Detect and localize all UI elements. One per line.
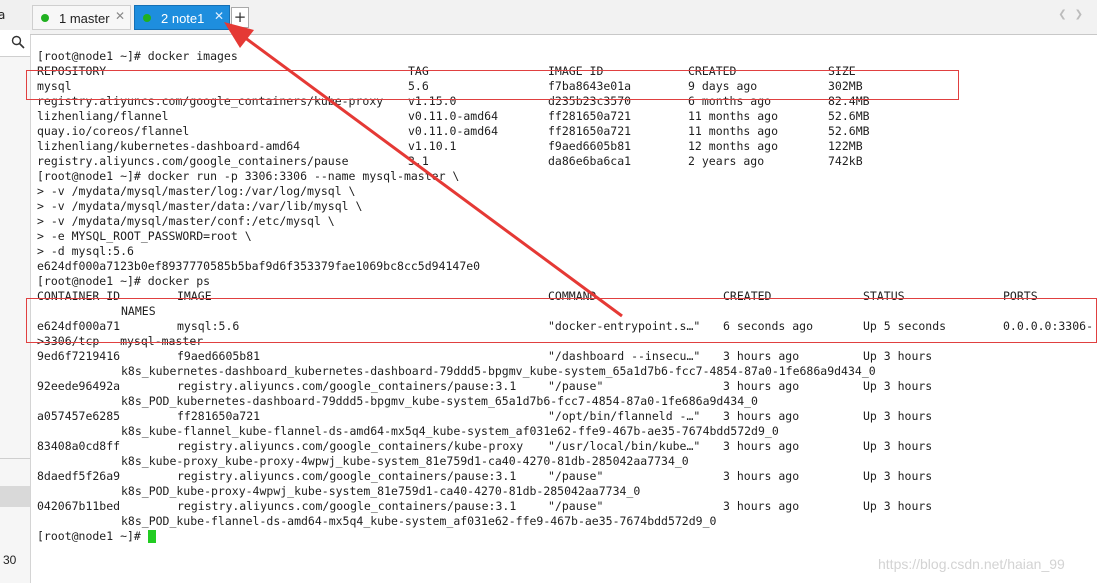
annotation-arrow-icon: [224, 22, 623, 318]
watermark: https://blog.csdn.net/haian_99: [878, 556, 1065, 572]
